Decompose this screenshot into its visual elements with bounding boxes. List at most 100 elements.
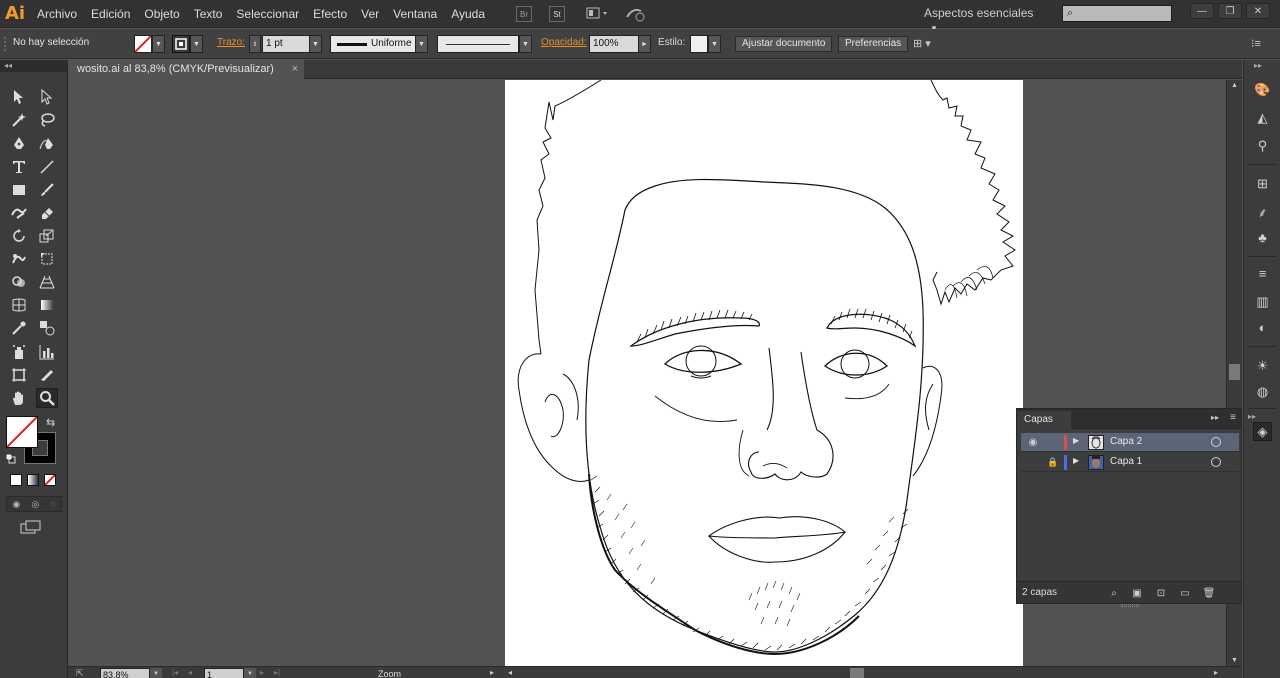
search-input[interactable]: ⌕	[1062, 5, 1172, 22]
layer-target-icon[interactable]	[1211, 437, 1221, 447]
artboard-dropdown[interactable]: ▼	[244, 668, 256, 678]
paintbrush-tool-icon[interactable]	[36, 180, 58, 200]
stock-icon[interactable]: St	[549, 6, 565, 22]
graphic-style-swatch[interactable]	[690, 35, 708, 53]
none-mode-icon[interactable]	[44, 474, 56, 486]
eraser-tool-icon[interactable]	[36, 203, 58, 223]
scroll-down-arrow[interactable]: ▼	[1231, 657, 1238, 664]
zoom-dropdown[interactable]: ▼	[150, 668, 162, 678]
tab-capas[interactable]: Capas	[1017, 411, 1071, 429]
preferences-button[interactable]: Preferencias	[838, 36, 909, 52]
clipping-mask-icon[interactable]: ▣	[1130, 586, 1144, 600]
last-artboard-icon[interactable]: ▸|	[274, 668, 280, 677]
opacity-label[interactable]: Opacidad:	[541, 37, 587, 48]
scroll-up-arrow[interactable]: ▲	[1231, 82, 1238, 89]
menu-archivo[interactable]: Archivo	[30, 0, 84, 28]
panel-menu-icon[interactable]: ≡	[1230, 412, 1236, 423]
zoom-tool-icon[interactable]	[36, 388, 58, 408]
horizontal-scroll-thumb[interactable]	[850, 668, 864, 678]
column-graph-tool-icon[interactable]	[36, 342, 58, 362]
type-tool-icon[interactable]	[8, 157, 30, 177]
hand-tool-icon[interactable]	[8, 388, 30, 408]
minimize-button[interactable]: —	[1190, 3, 1214, 19]
layers-panel-icon[interactable]: ◈	[1253, 422, 1272, 441]
color-guide-icon[interactable]: ◭	[1253, 108, 1272, 127]
menu-ventana[interactable]: Ventana	[386, 0, 444, 28]
new-sublayer-icon[interactable]: ⊡	[1154, 586, 1168, 600]
opacity-field[interactable]: 100%	[589, 35, 639, 53]
arrange-documents-icon[interactable]	[586, 5, 610, 22]
layer-name[interactable]: Capa 2	[1110, 436, 1142, 447]
export-icon[interactable]: ⇱	[76, 668, 84, 678]
recolor-icon[interactable]: ⚲	[1253, 136, 1272, 155]
expand-layer-icon[interactable]: ▶	[1073, 436, 1079, 445]
draw-behind-icon[interactable]: ◎	[31, 499, 39, 510]
free-transform-tool-icon[interactable]	[36, 249, 58, 269]
menu-objeto[interactable]: Objeto	[137, 0, 186, 28]
gradient-tool-icon[interactable]	[36, 295, 58, 315]
close-tab-icon[interactable]: ×	[292, 60, 298, 79]
dock-collapse-icon[interactable]: ▸▸	[1254, 61, 1262, 70]
stroke-weight-stepper[interactable]: ⇕	[249, 35, 261, 53]
mesh-tool-icon[interactable]	[8, 295, 30, 315]
profile-dropdown[interactable]: ▼	[415, 35, 428, 53]
fill-swatch[interactable]	[134, 35, 152, 53]
stroke-swatch[interactable]	[172, 35, 190, 53]
magic-wand-tool-icon[interactable]	[8, 110, 30, 130]
stroke-weight-dropdown[interactable]: ▼	[309, 35, 322, 53]
gpu-performance-icon[interactable]	[625, 5, 647, 23]
style-dropdown[interactable]: ▼	[708, 35, 721, 53]
slice-tool-icon[interactable]	[36, 365, 58, 385]
eyedropper-tool-icon[interactable]	[8, 318, 30, 338]
shape-builder-tool-icon[interactable]	[8, 272, 30, 292]
new-layer-icon[interactable]: ▭	[1178, 586, 1192, 600]
menu-texto[interactable]: Texto	[187, 0, 230, 28]
restore-button[interactable]: ❐	[1218, 3, 1242, 19]
dock-group-collapse-icon[interactable]: ▸▸	[1248, 412, 1256, 421]
color-panel-icon[interactable]: 🎨	[1253, 80, 1272, 99]
locate-object-icon[interactable]: ⌕	[1107, 586, 1121, 600]
horizontal-scrollbar[interactable]: ⇱ 83,8% ▼ |◂ ◂ 1 ▼ ▸ ▸| Zoom ▸ ◂ ▸	[68, 666, 1242, 678]
adjust-document-button[interactable]: Ajustar documento	[735, 36, 833, 52]
color-mode-icon[interactable]	[10, 474, 22, 486]
next-artboard-icon[interactable]: ▸	[260, 668, 264, 677]
swatches-panel-icon[interactable]: ⊞	[1253, 174, 1272, 193]
perspective-grid-tool-icon[interactable]	[36, 272, 58, 292]
brush-dropdown[interactable]: ▼	[519, 35, 532, 53]
panel-menu-icon[interactable]: ⁝≡	[1251, 37, 1261, 50]
first-artboard-icon[interactable]: |◂	[172, 668, 178, 677]
layer-name[interactable]: Capa 1	[1110, 456, 1142, 467]
gradient-mode-icon[interactable]	[27, 474, 39, 486]
direct-selection-tool-icon[interactable]	[36, 87, 58, 107]
brush-definition[interactable]	[437, 35, 519, 53]
graphic-styles-panel-icon[interactable]: ◍	[1253, 382, 1272, 401]
menu-efecto[interactable]: Efecto	[306, 0, 354, 28]
screen-mode-icon[interactable]	[20, 520, 42, 534]
selection-tool-icon[interactable]	[8, 87, 30, 107]
pen-tool-icon[interactable]	[8, 134, 30, 154]
stroke-dropdown[interactable]: ▼	[190, 35, 203, 53]
tools-panel-header[interactable]: ◂◂	[0, 60, 67, 72]
layer-row-capa-1[interactable]: 🔒 ▶ Capa 1	[1021, 453, 1239, 472]
warp-tool-icon[interactable]	[8, 249, 30, 269]
scroll-right-arrow[interactable]: ▸	[1214, 668, 1218, 677]
lasso-tool-icon[interactable]	[36, 110, 58, 130]
variable-width-profile[interactable]: Uniforme	[330, 35, 416, 53]
visibility-toggle[interactable]	[1025, 455, 1041, 470]
status-menu-arrow[interactable]: ▸	[490, 668, 494, 677]
artboard-number-field[interactable]: 1	[204, 668, 244, 678]
delete-layer-icon[interactable]: 🗑	[1202, 586, 1216, 600]
curvature-tool-icon[interactable]	[36, 134, 58, 154]
scale-tool-icon[interactable]	[36, 226, 58, 246]
fill-color-swatch[interactable]	[6, 416, 38, 448]
opacity-dropdown[interactable]: ►	[638, 35, 651, 53]
menu-edicion[interactable]: Edición	[84, 0, 137, 28]
menu-ayuda[interactable]: Ayuda	[444, 0, 492, 28]
blend-tool-icon[interactable]	[36, 318, 58, 338]
menu-seleccionar[interactable]: Seleccionar	[229, 0, 306, 28]
line-tool-icon[interactable]	[36, 157, 58, 177]
shaper-tool-icon[interactable]	[8, 203, 30, 223]
appearance-panel-icon[interactable]: ☀	[1253, 356, 1272, 375]
menu-ver[interactable]: Ver	[354, 0, 386, 28]
vertical-scroll-thumb[interactable]	[1229, 364, 1240, 380]
